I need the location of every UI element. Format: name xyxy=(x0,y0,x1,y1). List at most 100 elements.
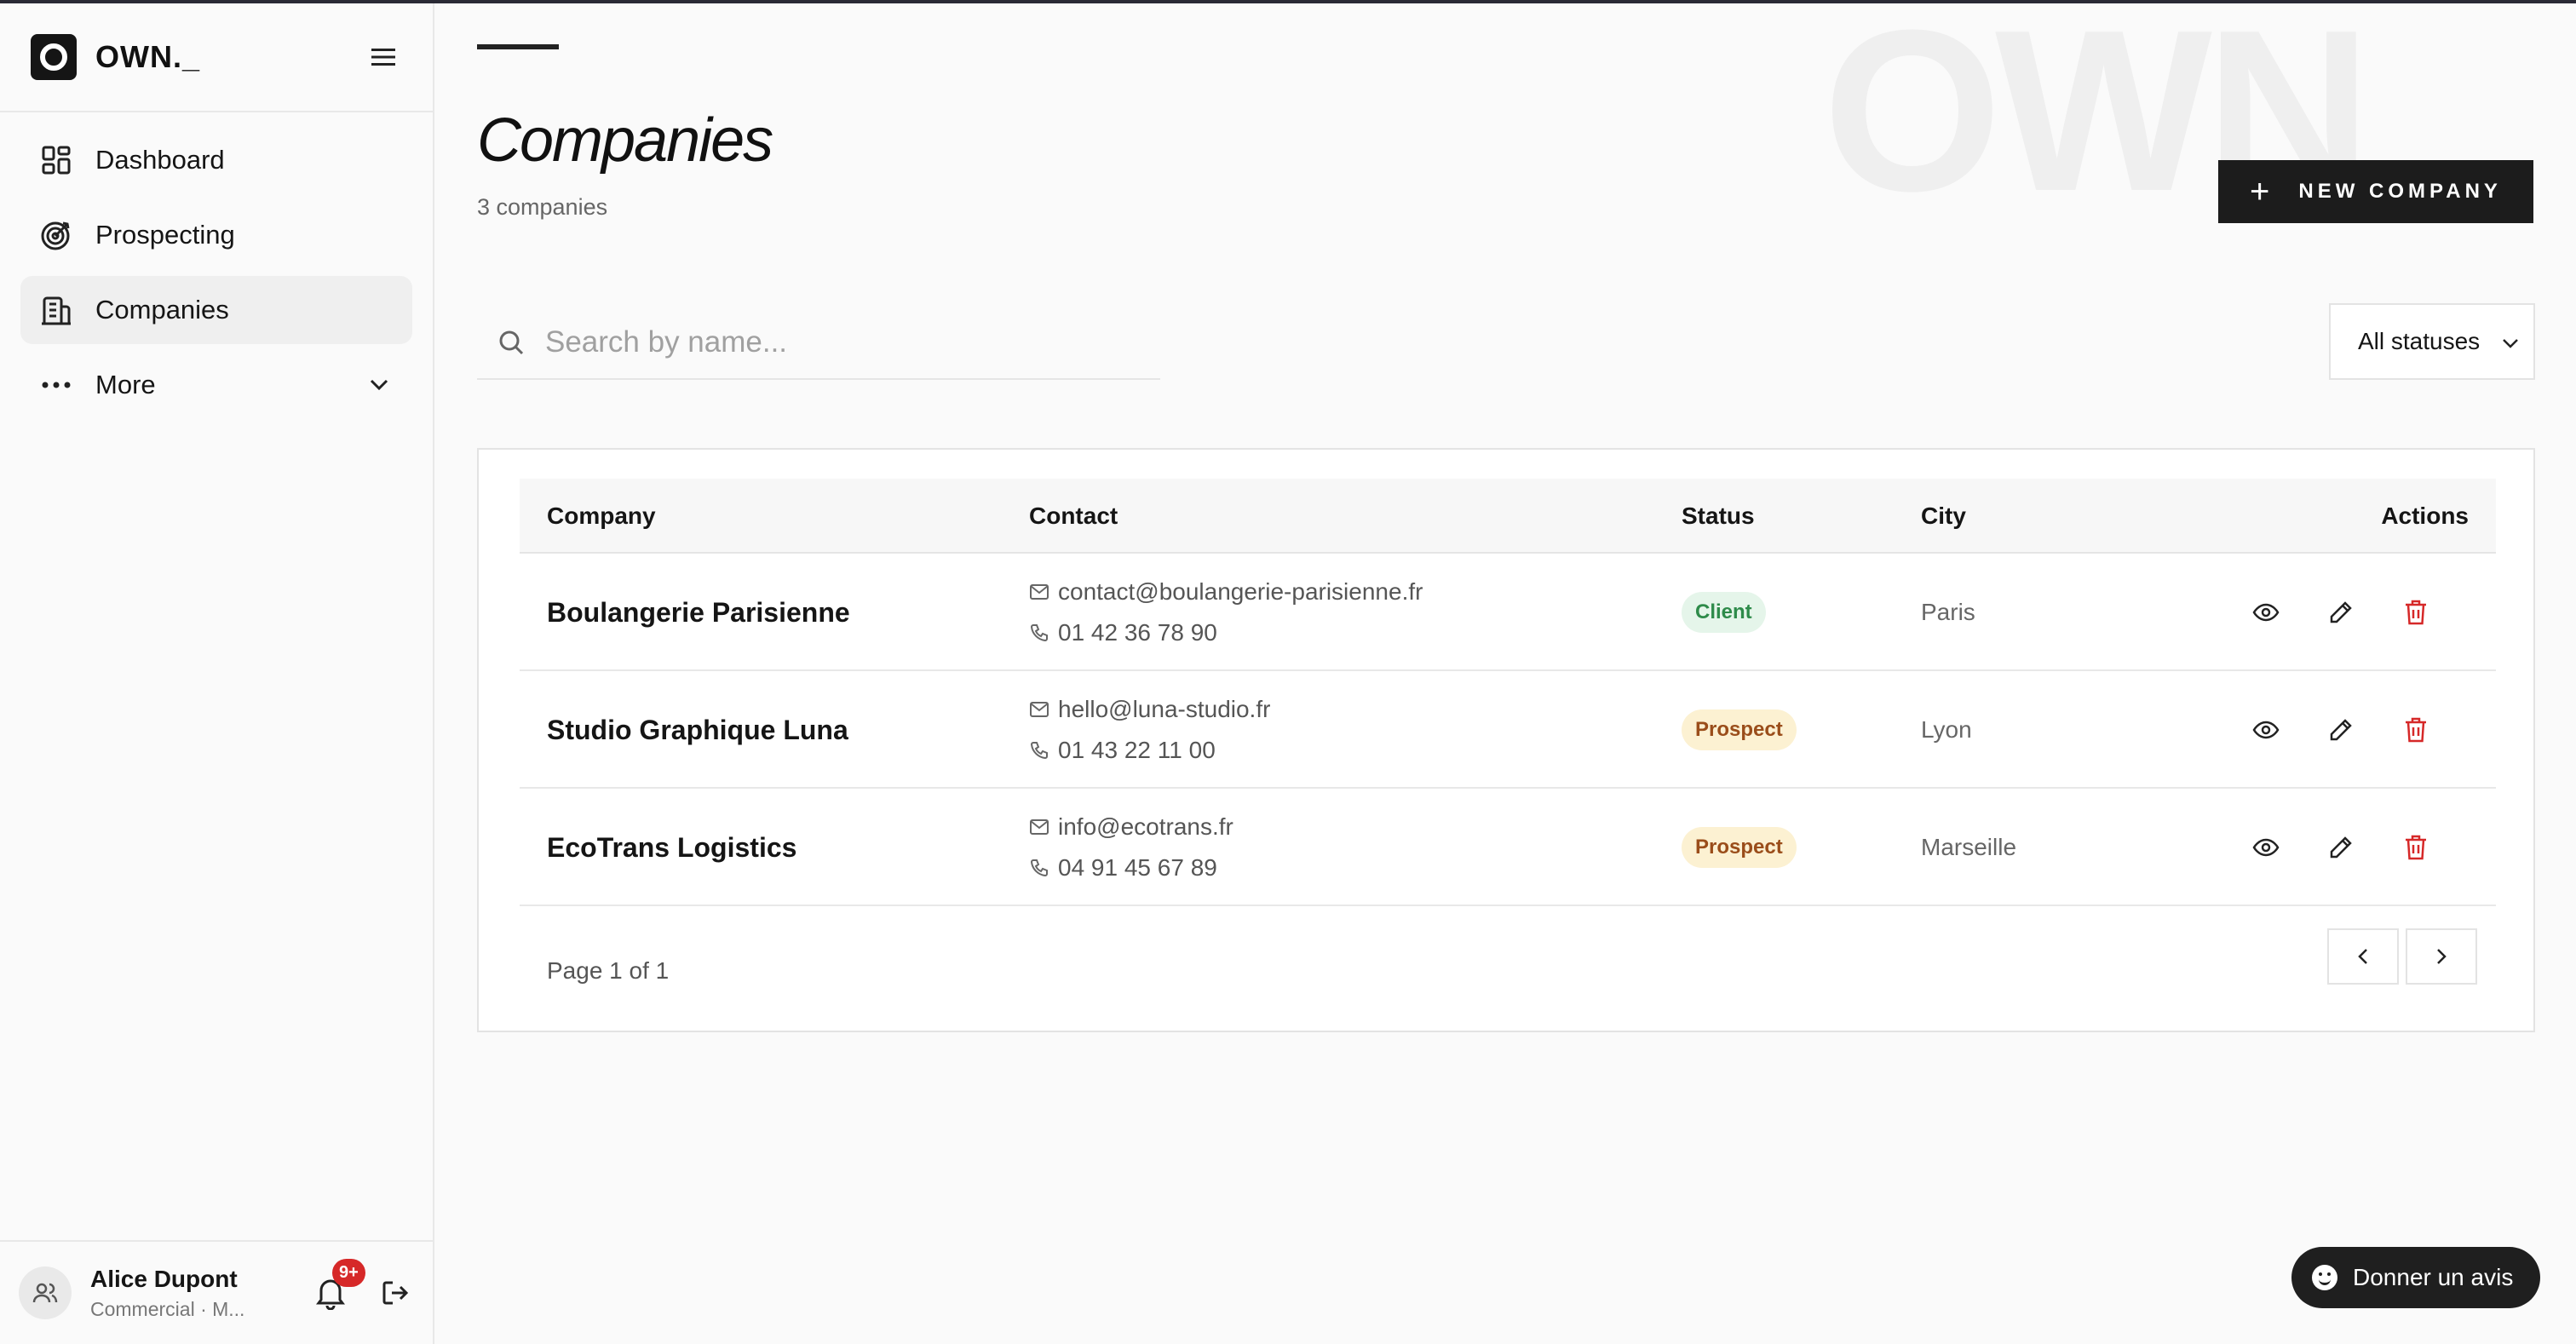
hamburger-menu-icon[interactable] xyxy=(365,38,402,76)
user-bar: Alice Dupont Commercial · M... 9+ xyxy=(0,1240,433,1344)
search-input[interactable] xyxy=(545,325,1141,359)
notifications-button[interactable]: 9+ xyxy=(310,1259,365,1313)
eye-icon xyxy=(2252,603,2280,622)
eye-icon xyxy=(2252,838,2280,857)
contact-email[interactable]: contact@boulangerie-parisienne.fr xyxy=(1029,571,1423,612)
column-header-company[interactable]: Company xyxy=(547,479,656,554)
contact-email[interactable]: info@ecotrans.fr xyxy=(1029,807,1233,847)
trash-icon xyxy=(2406,835,2426,860)
column-header-contact[interactable]: Contact xyxy=(1029,479,1118,554)
contact-phone[interactable]: 01 42 36 78 90 xyxy=(1029,612,1217,653)
brand-name: OWN._ xyxy=(95,39,201,74)
view-button[interactable] xyxy=(2249,713,2283,747)
delete-button[interactable] xyxy=(2399,830,2433,864)
column-header-status[interactable]: Status xyxy=(1682,479,1755,554)
email-text: info@ecotrans.fr xyxy=(1058,813,1233,840)
user-name: Alice Dupont xyxy=(90,1265,238,1292)
sidebar-item-label: More xyxy=(95,370,156,399)
trash-icon xyxy=(2406,717,2426,743)
trash-icon xyxy=(2406,600,2426,625)
phone-icon xyxy=(1029,623,1049,643)
column-header-city[interactable]: City xyxy=(1921,479,1966,554)
user-role: Commercial · M... xyxy=(90,1297,245,1320)
avatar[interactable] xyxy=(19,1266,72,1319)
phone-text: 01 42 36 78 90 xyxy=(1058,619,1217,646)
phone-text: 01 43 22 11 00 xyxy=(1058,737,1216,763)
notification-count-badge: 9+ xyxy=(332,1259,365,1287)
contact-cell: contact@boulangerie-parisienne.fr 01 42 … xyxy=(1029,554,1423,671)
edit-button[interactable] xyxy=(2324,830,2358,864)
sidebar-item-label: Companies xyxy=(95,295,229,325)
previous-page-button[interactable] xyxy=(2327,928,2399,985)
eye-icon xyxy=(2252,721,2280,739)
page-title: Companies xyxy=(477,106,773,175)
chevron-down-icon xyxy=(365,370,394,399)
sidebar-item-prospecting[interactable]: Prospecting xyxy=(20,201,412,269)
view-button[interactable] xyxy=(2249,830,2283,864)
view-button[interactable] xyxy=(2249,595,2283,629)
sidebar: OWN._ Dashboard Prospecting Companies Mo… xyxy=(0,3,434,1344)
city-cell: Lyon xyxy=(1921,716,1972,743)
city-cell: Marseille xyxy=(1921,834,2017,860)
mail-icon xyxy=(1029,582,1049,602)
feedback-label: Donner un avis xyxy=(2353,1264,2514,1290)
status-badge: Prospect xyxy=(1682,709,1797,750)
table-row[interactable]: Studio Graphique Luna hello@luna-studio.… xyxy=(520,671,2496,789)
brand-logo-icon[interactable] xyxy=(31,34,77,80)
main-content: OWN Companies 3 companies + NEW COMPANY … xyxy=(436,0,2576,1344)
page-subtitle: 3 companies xyxy=(477,194,608,220)
table-header: Company Contact Status City Actions xyxy=(520,479,2496,554)
sidebar-item-label: Dashboard xyxy=(95,145,225,175)
pencil-icon xyxy=(2330,836,2352,859)
sidebar-item-companies[interactable]: Companies xyxy=(20,276,412,344)
contact-phone[interactable]: 01 43 22 11 00 xyxy=(1029,730,1216,771)
city-cell: Paris xyxy=(1921,599,1975,625)
status-badge: Client xyxy=(1682,592,1766,633)
smiley-icon xyxy=(2312,1265,2337,1290)
contact-phone[interactable]: 04 91 45 67 89 xyxy=(1029,847,1217,888)
phone-icon xyxy=(1029,858,1049,878)
companies-table: Company Contact Status City Actions Boul… xyxy=(477,448,2535,1032)
chevron-left-icon xyxy=(2358,949,2367,964)
delete-button[interactable] xyxy=(2399,713,2433,747)
status-filter-value: All statuses xyxy=(2358,328,2481,354)
sidebar-item-dashboard[interactable]: Dashboard xyxy=(20,126,412,194)
table-row[interactable]: EcoTrans Logistics info@ecotrans.fr 04 9… xyxy=(520,789,2496,906)
sidebar-nav: Dashboard Prospecting Companies More xyxy=(0,112,433,439)
dots-icon xyxy=(39,368,73,402)
sidebar-item-more[interactable]: More xyxy=(20,351,412,419)
contact-cell: info@ecotrans.fr 04 91 45 67 89 xyxy=(1029,789,1233,906)
next-page-button[interactable] xyxy=(2406,928,2477,985)
status-badge: Prospect xyxy=(1682,827,1797,868)
mail-icon xyxy=(1029,817,1049,837)
contact-cell: hello@luna-studio.fr 01 43 22 11 00 xyxy=(1029,671,1270,789)
user-info: Alice Dupont Commercial · M... xyxy=(90,1266,244,1321)
company-name[interactable]: Boulangerie Parisienne xyxy=(547,554,850,671)
company-name[interactable]: Studio Graphique Luna xyxy=(547,671,848,789)
search-bar xyxy=(477,307,1160,380)
edit-button[interactable] xyxy=(2324,713,2358,747)
sidebar-item-label: Prospecting xyxy=(95,220,235,250)
logout-button[interactable] xyxy=(377,1274,414,1312)
building-icon xyxy=(39,293,73,327)
status-filter-select[interactable]: All statuses xyxy=(2329,303,2535,380)
table-row[interactable]: Boulangerie Parisienne contact@boulanger… xyxy=(520,554,2496,671)
pagination-info: Page 1 of 1 xyxy=(547,957,670,984)
email-text: hello@luna-studio.fr xyxy=(1058,696,1271,722)
company-name[interactable]: EcoTrans Logistics xyxy=(547,789,796,906)
chevron-down-icon xyxy=(2501,328,2520,355)
pencil-icon xyxy=(2330,601,2352,623)
plus-icon: + xyxy=(2250,172,2270,210)
title-accent-line xyxy=(477,44,559,49)
edit-button[interactable] xyxy=(2324,595,2358,629)
target-icon xyxy=(39,218,73,252)
delete-button[interactable] xyxy=(2399,595,2433,629)
feedback-button[interactable]: Donner un avis xyxy=(2291,1247,2540,1308)
new-company-button[interactable]: + NEW COMPANY xyxy=(2218,160,2533,223)
email-text: contact@boulangerie-parisienne.fr xyxy=(1058,578,1423,605)
status-cell: Prospect xyxy=(1682,789,1797,906)
phone-icon xyxy=(1029,740,1049,761)
users-icon xyxy=(32,1283,58,1303)
contact-email[interactable]: hello@luna-studio.fr xyxy=(1029,689,1270,730)
mail-icon xyxy=(1029,699,1049,720)
